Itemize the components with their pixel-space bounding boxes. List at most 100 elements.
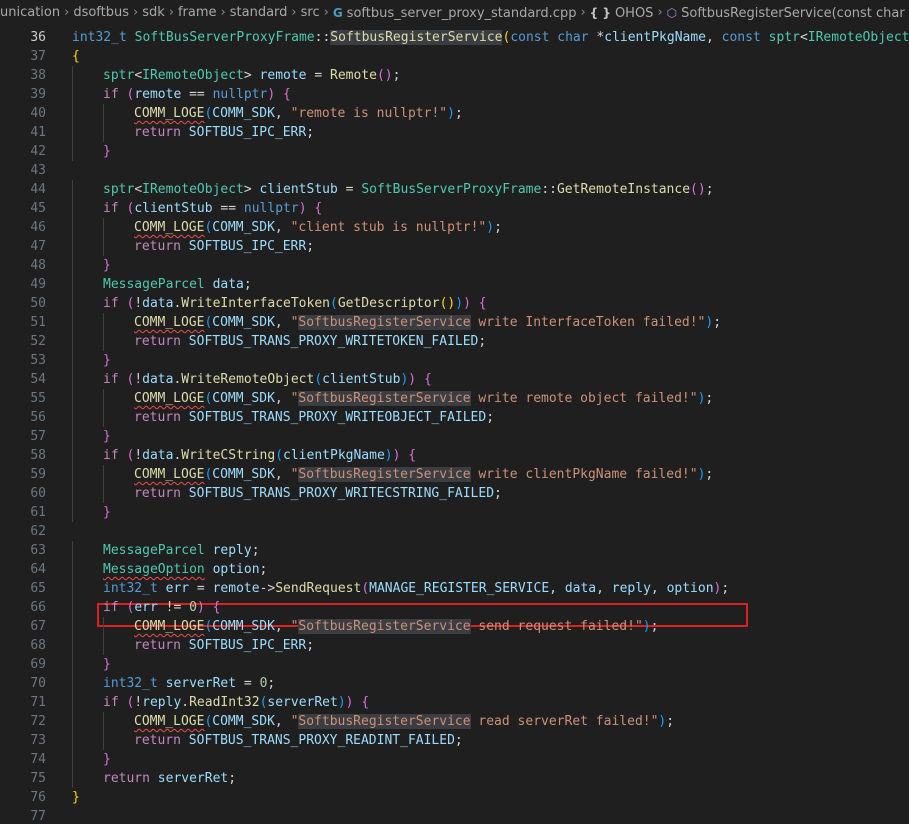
code-line[interactable]: 46 COMM_LOGE(COMM_SDK, "client stub is nu… (0, 218, 909, 237)
breadcrumb-item[interactable]: ⬡SoftbusRegisterService(const char *, co… (667, 0, 909, 26)
line-number: 44 (30, 182, 46, 197)
code-line[interactable]: 70 int32_t serverRet = 0; (0, 674, 909, 693)
code-line[interactable]: 65 int32_t err = remote->SendRequest(MANA… (0, 579, 909, 598)
code-line[interactable]: 66 if (err != 0) { (0, 598, 909, 617)
code-token: data (142, 296, 174, 311)
indent-guide (72, 199, 73, 218)
code-line[interactable]: 77 (0, 807, 909, 824)
code-line[interactable]: 51 COMM_LOGE(COMM_SDK, "SoftbusRegisterSe… (0, 313, 909, 332)
code-token: reply (611, 581, 651, 596)
code-token: remote (212, 581, 260, 596)
code-line[interactable]: 67 COMM_LOGE(COMM_SDK, "SoftbusRegisterSe… (0, 617, 909, 636)
code-line[interactable]: 59 COMM_LOGE(COMM_SDK, "SoftbusRegisterSe… (0, 465, 909, 484)
code-text: } (103, 503, 111, 522)
indent-guide (103, 218, 104, 237)
code-line[interactable]: 42} (0, 142, 909, 161)
code-line[interactable]: 74} (0, 750, 909, 769)
code-line[interactable]: 55 COMM_LOGE(COMM_SDK, "SoftbusRegisterSe… (0, 389, 909, 408)
code-token: COMM_LOGE (134, 106, 205, 121)
code-token: :: (541, 182, 557, 197)
code-editor[interactable]: 36 int32_t SoftBusServerProxyFrame::Softb… (0, 27, 909, 824)
code-line[interactable]: 48} (0, 256, 909, 275)
code-line[interactable]: 39 if (remote == nullptr) { (0, 85, 909, 104)
code-line[interactable]: 53} (0, 351, 909, 370)
breadcrumb-item[interactable]: Gsoftbus_server_proxy_standard.cpp (333, 0, 577, 26)
code-token: ! (134, 448, 143, 463)
code-line[interactable]: 72 COMM_LOGE(COMM_SDK, "SoftbusRegisterSe… (0, 712, 909, 731)
code-token: , (650, 581, 667, 596)
code-text: MessageParcel reply; (103, 541, 260, 560)
breadcrumb-item[interactable]: frame (178, 0, 217, 26)
breadcrumb-item[interactable]: { } OHOS (590, 0, 654, 26)
indent-guide (72, 218, 73, 237)
code-line[interactable]: 69} (0, 655, 909, 674)
indent-guide (72, 370, 73, 389)
code-token: data (142, 372, 174, 387)
breadcrumb-item[interactable]: unication (0, 0, 60, 26)
code-line[interactable]: 58 if (!data.WriteCString(clientPkgName))… (0, 446, 909, 465)
code-line[interactable]: 45 if (clientStub == nullptr) { (0, 199, 909, 218)
code-line[interactable]: 63 MessageParcel reply; (0, 541, 909, 560)
indent-guide (103, 484, 104, 503)
code-line[interactable]: 75 return serverRet; (0, 769, 909, 788)
breadcrumb-item[interactable]: standard (230, 0, 288, 26)
code-line[interactable]: 54 if (!data.WriteRemoteObject(clientStub… (0, 370, 909, 389)
code-token: = (306, 68, 330, 83)
indent-guide (103, 389, 104, 408)
indent-guide (103, 123, 104, 142)
code-token: ; (306, 239, 315, 254)
code-line[interactable]: 62 (0, 522, 909, 541)
code-line[interactable]: 38 sptr<IRemoteObject> remote = Remote(); (0, 66, 909, 85)
code-token: ; (486, 410, 495, 425)
code-line[interactable]: 64 MessageOption option; (0, 560, 909, 579)
breadcrumb-item[interactable]: src (301, 0, 320, 26)
code-line[interactable]: 68 return SOFTBUS_IPC_ERR; (0, 636, 909, 655)
code-line[interactable]: 43 (0, 161, 909, 180)
code-line[interactable]: 76} (0, 788, 909, 807)
code-token: -> (259, 581, 276, 596)
code-line[interactable]: 36 int32_t SoftBusServerProxyFrame::Softb… (0, 28, 909, 47)
code-line[interactable]: 56 return SOFTBUS_TRANS_PROXY_WRITEOBJECT… (0, 408, 909, 427)
code-token: ; (228, 771, 237, 786)
code-token: MANAGE_REGISTER_SERVICE (369, 581, 550, 596)
code-text: } (72, 788, 80, 807)
breadcrumb-item[interactable]: sdk (142, 0, 165, 26)
code-token: :: (314, 30, 331, 45)
code-token: if (103, 448, 119, 463)
code-token: if (103, 201, 119, 216)
code-line[interactable]: 44 sptr<IRemoteObject> clientStub = SoftB… (0, 180, 909, 199)
breadcrumb-item[interactable]: dsoftbus (73, 0, 129, 26)
code-line[interactable]: 71 if (!reply.ReadInt32(serverRet)) { (0, 693, 909, 712)
code-line[interactable]: 41 return SOFTBUS_IPC_ERR; (0, 123, 909, 142)
line-number: 77 (30, 809, 46, 824)
code-token: COMM_SDK (212, 106, 275, 121)
code-token: ! (134, 695, 143, 710)
code-line[interactable]: 57} (0, 427, 909, 446)
code-token: serverRet (267, 695, 338, 710)
code-token: { (314, 201, 323, 216)
code-token: ) (408, 372, 417, 387)
code-token: GetDescriptor (337, 296, 440, 311)
code-token: } (103, 657, 111, 672)
code-token: > (243, 68, 260, 83)
code-token: clientPkgName (283, 448, 385, 463)
code-text: } (103, 750, 111, 769)
indent-guide (72, 446, 73, 465)
code-text: if (err != 0) { (103, 598, 220, 617)
code-token: ; (666, 714, 675, 729)
code-token: if (103, 87, 119, 102)
code-line[interactable]: 40 COMM_LOGE(COMM_SDK, "remote is nullptr… (0, 104, 909, 123)
code-line[interactable]: 47 return SOFTBUS_IPC_ERR; (0, 237, 909, 256)
code-line[interactable]: 73 return SOFTBUS_TRANS_PROXY_READINT_FAI… (0, 731, 909, 750)
code-text: MessageParcel data; (103, 275, 252, 294)
code-line[interactable]: 60 return SOFTBUS_TRANS_PROXY_WRITECSTRIN… (0, 484, 909, 503)
code-line[interactable]: 37 { (0, 47, 909, 66)
code-line[interactable]: 61} (0, 503, 909, 522)
indent-guide (72, 598, 73, 617)
code-token: () (376, 68, 393, 83)
code-line[interactable]: 49 MessageParcel data; (0, 275, 909, 294)
code-line[interactable]: 52 return SOFTBUS_TRANS_PROXY_WRITETOKEN_… (0, 332, 909, 351)
code-token: clientStub (134, 201, 213, 216)
code-line[interactable]: 50 if (!data.WriteInterfaceToken(GetDescr… (0, 294, 909, 313)
code-token: SOFTBUS_TRANS_PROXY_WRITEOBJECT_FAILED (188, 410, 487, 425)
